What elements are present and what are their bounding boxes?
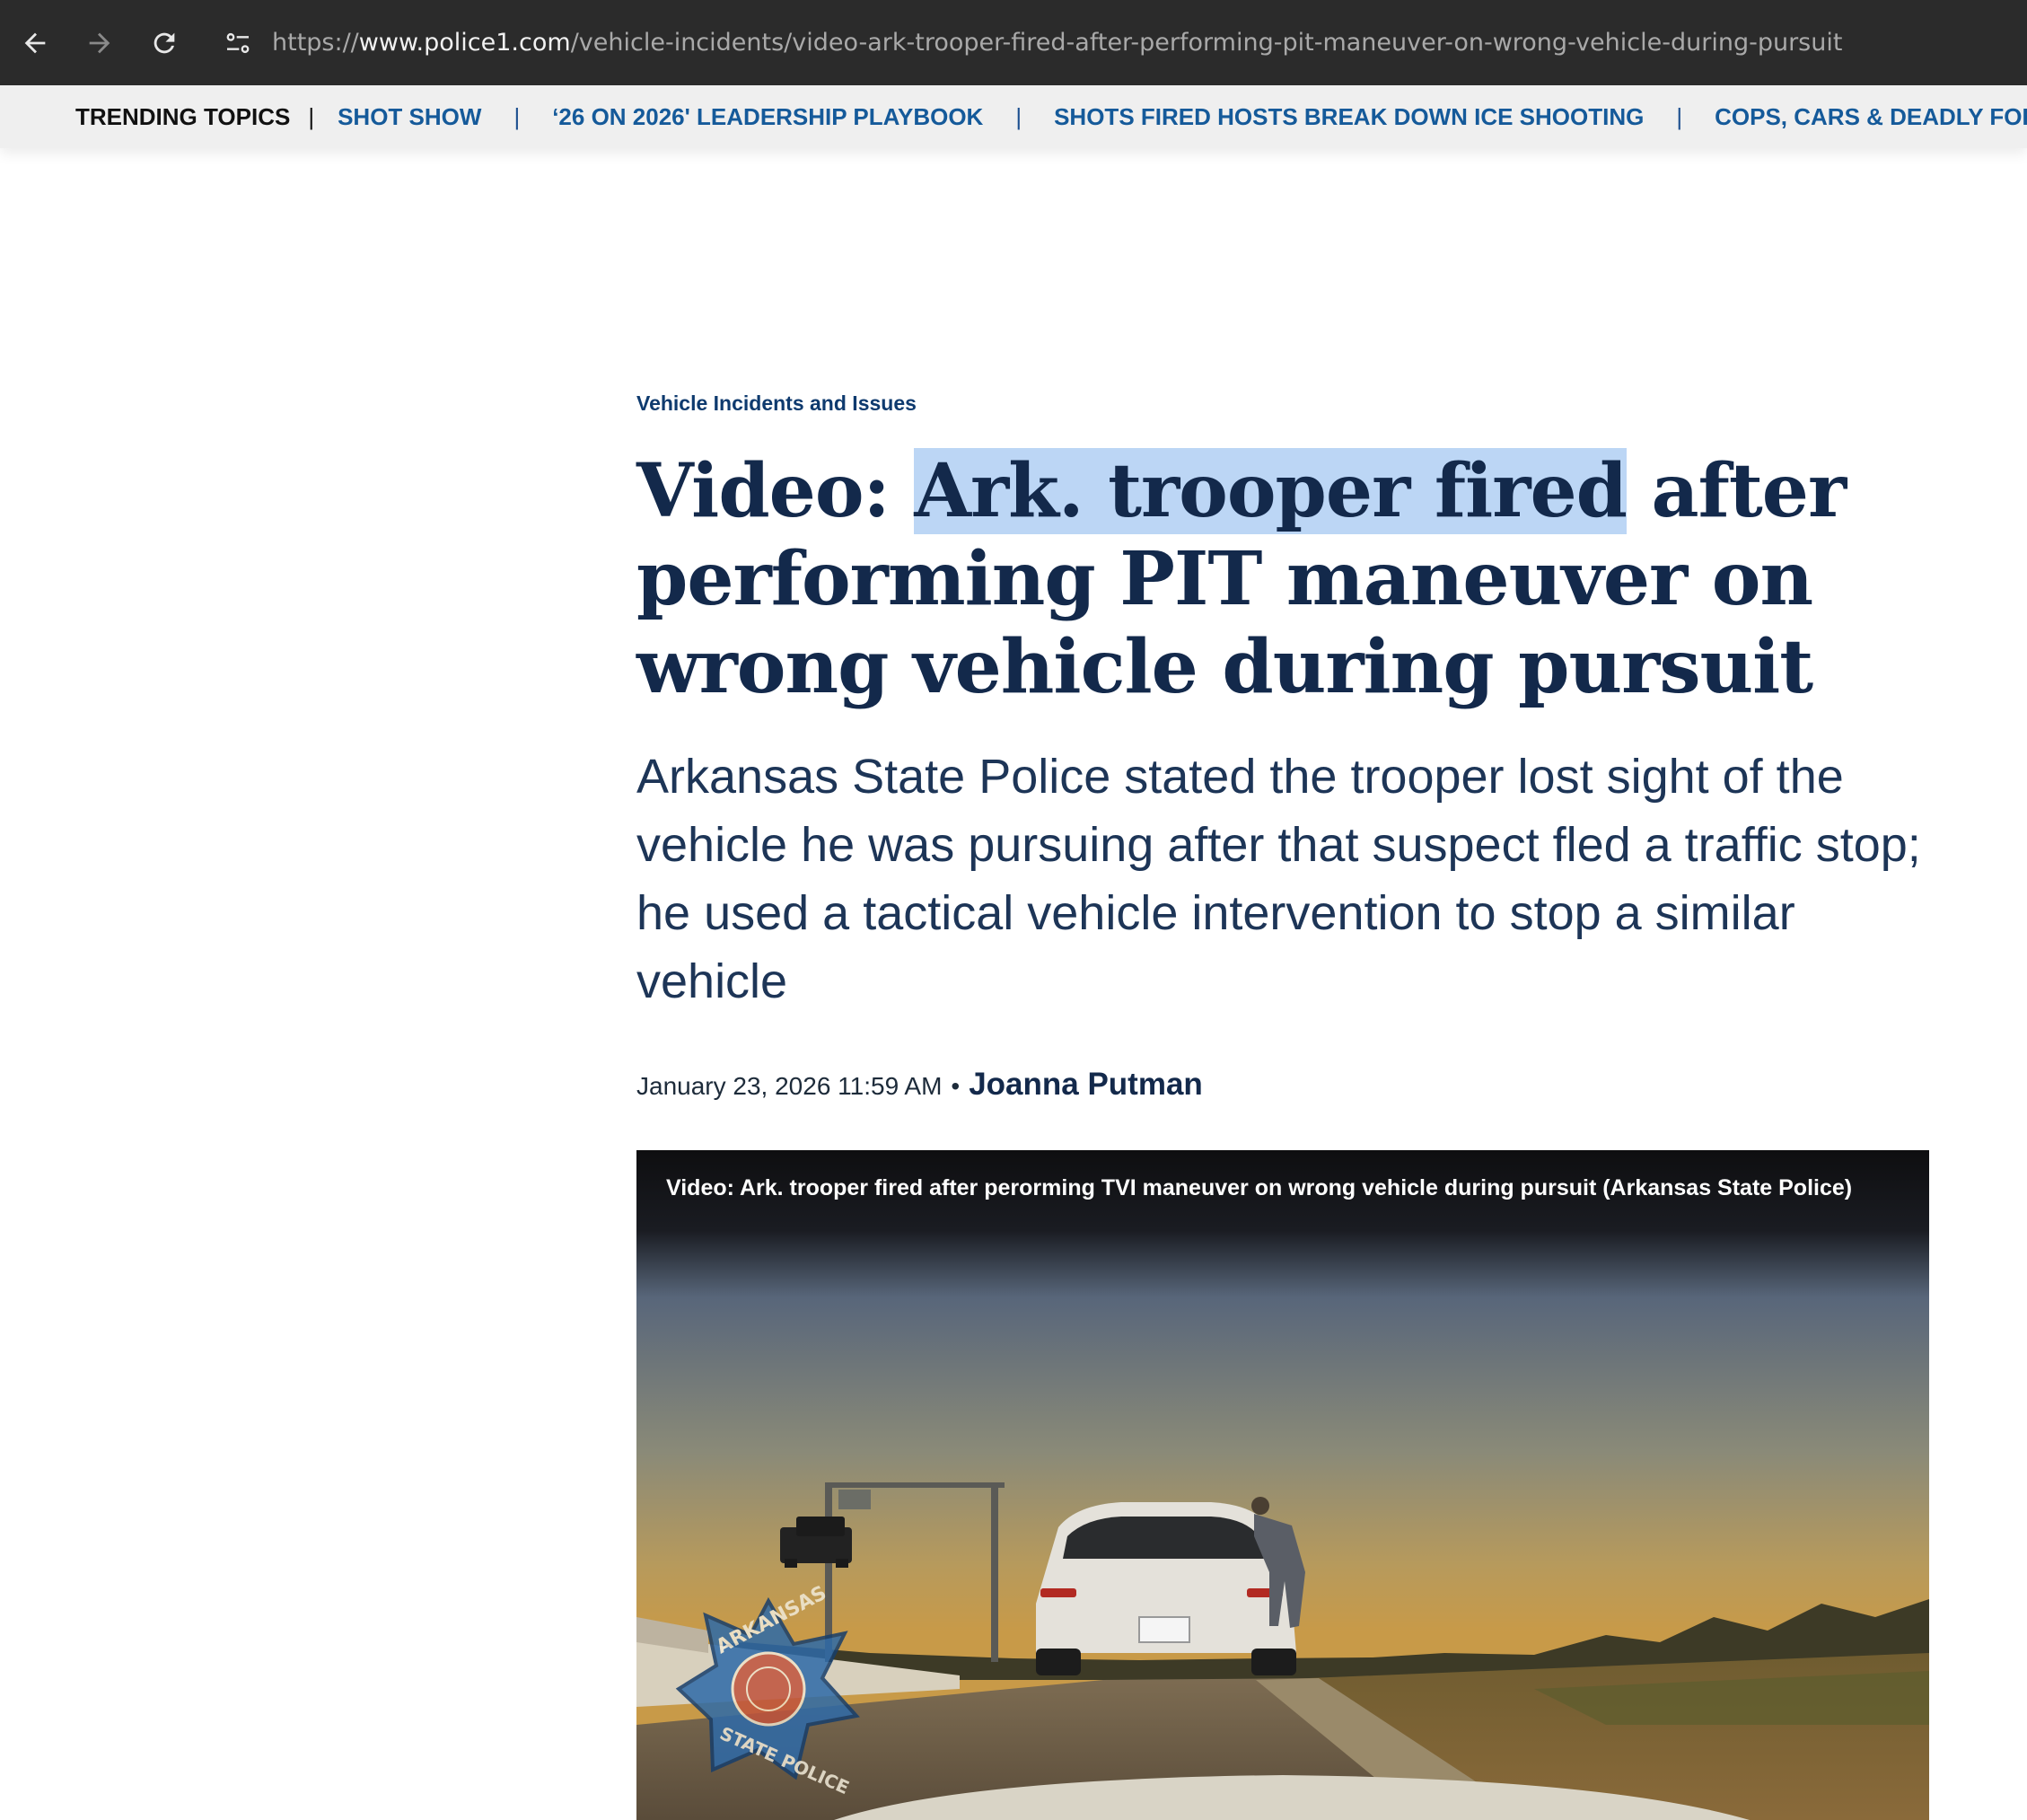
- reload-button[interactable]: [132, 0, 197, 85]
- separator: |: [1015, 102, 1022, 130]
- back-button[interactable]: [3, 0, 67, 85]
- tune-icon: [226, 32, 250, 53]
- address-bar[interactable]: https://www.police1.com/vehicle-incident…: [272, 29, 1842, 57]
- url-host: www.police1.com: [358, 29, 571, 57]
- site-info-button[interactable]: [213, 0, 263, 85]
- headline-highlighted-text: Ark. trooper fired: [914, 448, 1628, 534]
- trending-label: TRENDING TOPICS: [75, 102, 291, 130]
- url-path: /vehicle-incidents/video-ark-trooper-fir…: [570, 29, 1843, 57]
- video-player[interactable]: ARKANSAS STATE POLICE Video: Ark. troope…: [636, 1150, 1929, 1820]
- article-dek: Arkansas State Police stated the trooper…: [636, 750, 1921, 1008]
- arrow-left-icon: [24, 32, 46, 53]
- url-scheme: https://: [272, 29, 359, 57]
- arrow-right-icon: [89, 32, 110, 53]
- byline: January 23, 2026 11:59 AM • Joanna Putma…: [636, 1067, 1203, 1103]
- separator: |: [513, 102, 521, 130]
- trending-link-cops-cars[interactable]: COPS, CARS & DEADLY FORCE: [1715, 103, 2027, 131]
- trending-link-shot-show[interactable]: SHOT SHOW: [338, 103, 481, 131]
- headline-prefix: Video:: [636, 448, 915, 534]
- byline-dot: •: [951, 1072, 961, 1100]
- video-title: Video: Ark. trooper fired after perormin…: [666, 1175, 1853, 1200]
- separator: |: [308, 102, 315, 130]
- forward-button[interactable]: [67, 0, 132, 85]
- trending-link-shots-fired[interactable]: SHOTS FIRED HOSTS BREAK DOWN ICE SHOOTIN…: [1054, 103, 1644, 131]
- reload-icon: [154, 32, 175, 53]
- publish-date: January 23, 2026 11:59 AM: [636, 1072, 943, 1100]
- separator: |: [1676, 102, 1683, 130]
- trending-topics-bar: TRENDING TOPICS | SHOT SHOW | ‘26 ON 202…: [0, 85, 2027, 148]
- article-category-link[interactable]: Vehicle Incidents and Issues: [636, 391, 917, 416]
- article-headline: Video: Ark. trooper fired after performi…: [636, 447, 1938, 711]
- browser-toolbar: https://www.police1.com/vehicle-incident…: [0, 0, 2027, 85]
- video-frame: ARKANSAS STATE POLICE: [636, 1150, 1929, 1820]
- author-link[interactable]: Joanna Putman: [969, 1067, 1203, 1103]
- trending-link-leadership-playbook[interactable]: ‘26 ON 2026' LEADERSHIP PLAYBOOK: [552, 103, 983, 131]
